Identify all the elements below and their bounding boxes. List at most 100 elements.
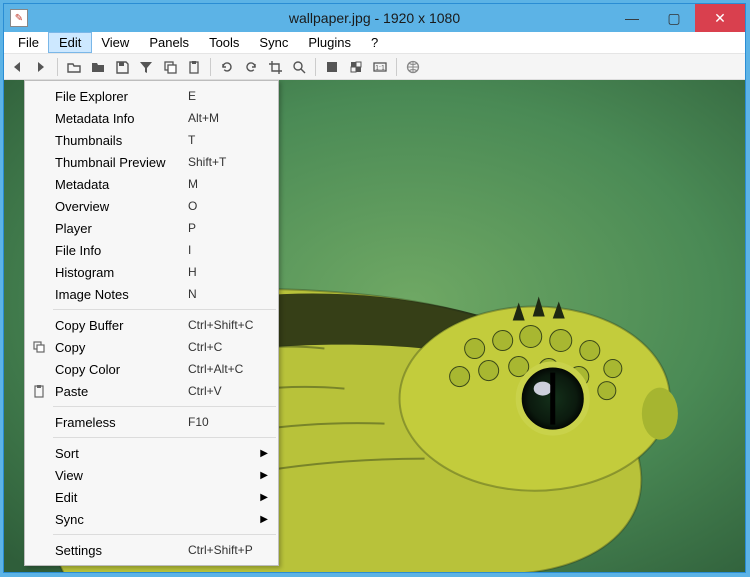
paste-icon[interactable]	[183, 56, 205, 78]
globe-icon[interactable]	[402, 56, 424, 78]
menuitem-shortcut: O	[188, 199, 258, 213]
menuitem-overview[interactable]: OverviewO	[25, 195, 278, 217]
submenu-arrow-icon: ▶	[260, 448, 268, 459]
filter-icon[interactable]	[135, 56, 157, 78]
submenu-arrow-icon: ▶	[260, 514, 268, 525]
menuitem-shortcut: Ctrl+Alt+C	[188, 362, 258, 376]
submenu-arrow-icon: ▶	[260, 492, 268, 503]
menuitem-shortcut: I	[188, 243, 258, 257]
edit-menu-dropdown: File ExplorerEMetadata InfoAlt+MThumbnai…	[24, 80, 279, 566]
menuitem-shortcut: Ctrl+Shift+C	[188, 318, 258, 332]
image-viewport[interactable]: File ExplorerEMetadata InfoAlt+MThumbnai…	[4, 80, 745, 572]
menuitem-label: Settings	[55, 543, 188, 558]
minimize-button[interactable]: —	[611, 4, 653, 32]
menuitem-file-explorer[interactable]: File ExplorerE	[25, 85, 278, 107]
fill-icon[interactable]	[321, 56, 343, 78]
toolbar-separator	[396, 58, 397, 76]
menuitem-shortcut: E	[188, 89, 258, 103]
menuitem-metadata[interactable]: MetadataM	[25, 173, 278, 195]
menuitem-paste[interactable]: PasteCtrl+V	[25, 380, 278, 402]
menuitem-label: Paste	[55, 384, 188, 399]
menuitem-frameless[interactable]: FramelessF10	[25, 411, 278, 433]
nav-forward-icon[interactable]	[30, 56, 52, 78]
rotate-cw-icon[interactable]	[240, 56, 262, 78]
menuitem-label: Histogram	[55, 265, 188, 280]
menuitem-label: Edit	[55, 490, 258, 505]
menuitem-copy-color[interactable]: Copy ColorCtrl+Alt+C	[25, 358, 278, 380]
menuitem-copy[interactable]: CopyCtrl+C	[25, 336, 278, 358]
zoom-icon[interactable]	[288, 56, 310, 78]
menuitem-edit[interactable]: Edit▶	[25, 486, 278, 508]
menu-divider	[53, 406, 276, 407]
close-button[interactable]: ✕	[695, 4, 745, 32]
menuitem-label: Sync	[55, 512, 258, 527]
menuitem-thumbnails[interactable]: ThumbnailsT	[25, 129, 278, 151]
menu-edit[interactable]: Edit	[49, 33, 91, 52]
rotate-ccw-icon[interactable]	[216, 56, 238, 78]
copy-icon[interactable]	[159, 56, 181, 78]
folder-icon[interactable]	[87, 56, 109, 78]
window-controls: — ▢ ✕	[611, 4, 745, 32]
submenu-arrow-icon: ▶	[260, 470, 268, 481]
menu-divider	[53, 309, 276, 310]
menuitem-label: Metadata Info	[55, 111, 188, 126]
menuitem-shortcut: H	[188, 265, 258, 279]
menu-file[interactable]: File	[8, 33, 49, 52]
menuitem-label: Copy Buffer	[55, 318, 188, 333]
menuitem-shortcut: Alt+M	[188, 111, 258, 125]
titlebar[interactable]: ✎ wallpaper.jpg - 1920 x 1080 — ▢ ✕	[4, 4, 745, 32]
menuitem-metadata-info[interactable]: Metadata InfoAlt+M	[25, 107, 278, 129]
menu-plugins[interactable]: Plugins	[298, 33, 361, 52]
one-to-one-icon[interactable]: 1:1	[369, 56, 391, 78]
menuitem-shortcut: T	[188, 133, 258, 147]
menu-divider	[53, 534, 276, 535]
menuitem-settings[interactable]: SettingsCtrl+Shift+P	[25, 539, 278, 561]
paste-icon	[31, 383, 47, 399]
menuitem-label: File Info	[55, 243, 188, 258]
toolbar-separator	[315, 58, 316, 76]
menu-q[interactable]: ?	[361, 33, 388, 52]
menuitem-copy-buffer[interactable]: Copy BufferCtrl+Shift+C	[25, 314, 278, 336]
menuitem-shortcut: Ctrl+V	[188, 384, 258, 398]
menuitem-shortcut: N	[188, 287, 258, 301]
menuitem-shortcut: F10	[188, 415, 258, 429]
menuitem-label: Thumbnails	[55, 133, 188, 148]
menu-tools[interactable]: Tools	[199, 33, 249, 52]
menuitem-label: Metadata	[55, 177, 188, 192]
menuitem-histogram[interactable]: HistogramH	[25, 261, 278, 283]
menuitem-sync[interactable]: Sync▶	[25, 508, 278, 530]
menuitem-view[interactable]: View▶	[25, 464, 278, 486]
save-icon[interactable]	[111, 56, 133, 78]
menuitem-label: View	[55, 468, 258, 483]
menuitem-player[interactable]: PlayerP	[25, 217, 278, 239]
svg-text:1:1: 1:1	[375, 65, 385, 72]
menu-divider	[53, 437, 276, 438]
menuitem-shortcut: Shift+T	[188, 155, 258, 169]
nav-back-icon[interactable]	[6, 56, 28, 78]
menuitem-shortcut: Ctrl+Shift+P	[188, 543, 258, 557]
app-window: ✎ wallpaper.jpg - 1920 x 1080 — ▢ ✕ File…	[4, 4, 745, 572]
menuitem-sort[interactable]: Sort▶	[25, 442, 278, 464]
toolbar-separator	[210, 58, 211, 76]
menuitem-shortcut: M	[188, 177, 258, 191]
toolbar: 1:1	[4, 54, 745, 80]
folder-open-icon[interactable]	[63, 56, 85, 78]
menu-panels[interactable]: Panels	[139, 33, 199, 52]
menuitem-label: Frameless	[55, 415, 188, 430]
checker-icon[interactable]	[345, 56, 367, 78]
menuitem-label: Player	[55, 221, 188, 236]
menuitem-image-notes[interactable]: Image NotesN	[25, 283, 278, 305]
crop-icon[interactable]	[264, 56, 286, 78]
menuitem-label: Image Notes	[55, 287, 188, 302]
copy-icon	[31, 339, 47, 355]
menu-view[interactable]: View	[91, 33, 139, 52]
toolbar-separator	[57, 58, 58, 76]
menuitem-label: Copy Color	[55, 362, 188, 377]
app-icon: ✎	[10, 9, 28, 27]
menuitem-file-info[interactable]: File InfoI	[25, 239, 278, 261]
menu-sync[interactable]: Sync	[249, 33, 298, 52]
menuitem-label: Sort	[55, 446, 258, 461]
maximize-button[interactable]: ▢	[653, 4, 695, 32]
menuitem-thumbnail-preview[interactable]: Thumbnail PreviewShift+T	[25, 151, 278, 173]
menuitem-label: Thumbnail Preview	[55, 155, 188, 170]
